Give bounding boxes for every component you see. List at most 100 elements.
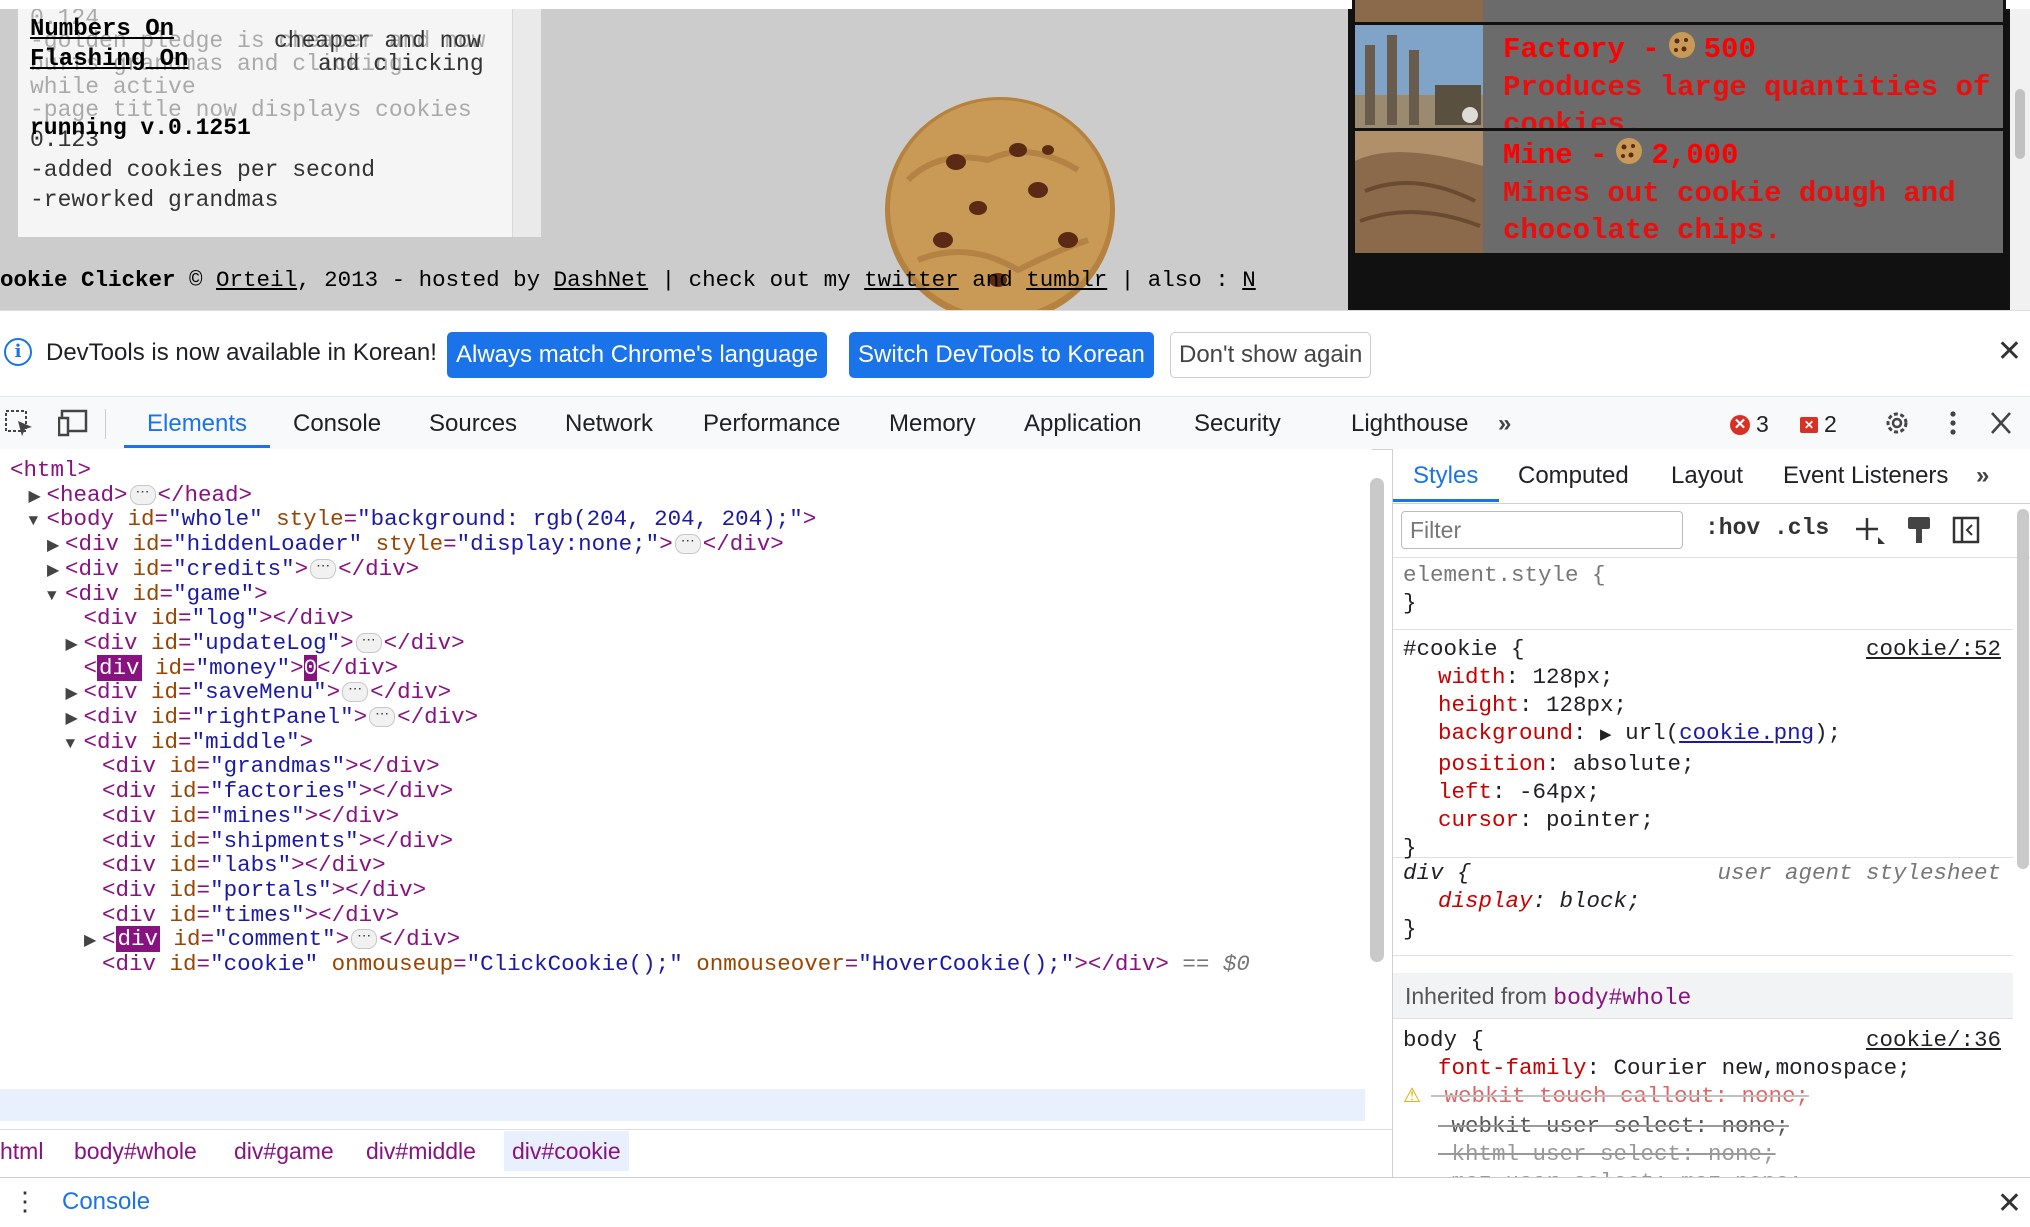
elements-scrollbar[interactable] — [1370, 478, 1384, 962]
css-property[interactable]: display: block; — [1393, 887, 2013, 915]
paint-brush-icon[interactable] — [1905, 515, 1933, 545]
dont-show-again-button[interactable]: Don't show again — [1170, 332, 1372, 378]
match-language-button[interactable]: Always match Chrome's language — [447, 332, 828, 378]
numbers-toggle[interactable]: Numbers On Flashing On — [30, 15, 188, 75]
css-property[interactable]: -webkit-user-select: none; — [1393, 1112, 2013, 1140]
issues-counter[interactable]: ✕ 2 — [1800, 411, 1837, 438]
elements-tree[interactable]: <html> ▶ <head> ⋯ </head> ▼ <body id="whole" s… — [0, 449, 1372, 1129]
body-rule-source-link[interactable]: cookie/:36 — [1866, 1026, 2001, 1054]
subtab-event-listeners[interactable]: Event Listeners — [1783, 462, 1948, 490]
css-property[interactable]: background: ▶ url(cookie.png); — [1393, 719, 2013, 750]
tab-network[interactable]: Network — [565, 410, 653, 438]
body-rule-selector: body { — [1403, 1027, 1485, 1053]
update-log-line: and clicking — [318, 51, 484, 77]
error-icon: ✕ — [1730, 414, 1750, 435]
css-property[interactable]: left: -64px; — [1393, 778, 2013, 806]
tab-lighthouse[interactable]: Lighthouse — [1351, 410, 1468, 438]
inherited-label: Inherited from — [1405, 983, 1554, 1009]
cookie-rule[interactable]: #cookie { cookie/:52 width: 128px; heigh… — [1393, 629, 2013, 861]
inherited-source-link[interactable]: body#whole — [1553, 985, 1691, 1011]
tab-sources[interactable]: Sources — [429, 410, 517, 438]
kebab-menu-icon[interactable] — [1938, 409, 1968, 437]
tab-application[interactable]: Application — [1024, 410, 1141, 438]
new-style-rule-icon[interactable] — [1855, 515, 1887, 545]
tab-security[interactable]: Security — [1194, 410, 1281, 438]
mine-name: Mine - — [1503, 139, 1608, 172]
issue-icon: ✕ — [1800, 416, 1818, 433]
close-icon[interactable]: ✕ — [1997, 337, 2022, 367]
close-devtools-icon[interactable] — [1986, 409, 2016, 437]
drawer-menu-icon[interactable]: ⋮ — [12, 1188, 38, 1214]
warning-icon: ⚠ — [1403, 1086, 1421, 1109]
hov-toggle[interactable]: :hov — [1705, 515, 1760, 541]
error-counter[interactable]: ✕ 3 — [1730, 411, 1769, 438]
flashing-toggle-label[interactable]: Flashing On — [30, 45, 188, 75]
div-rule-selector: div { — [1403, 860, 1471, 886]
more-tabs-icon[interactable]: » — [1498, 410, 1511, 438]
issue-count: 2 — [1824, 411, 1837, 437]
inspect-element-icon[interactable] — [4, 409, 34, 437]
css-property[interactable]: cursor: pointer; — [1393, 806, 2013, 834]
switch-korean-button[interactable]: Switch DevTools to Korean — [849, 332, 1154, 378]
factory-price: 500 — [1703, 33, 1756, 66]
crumb-middle[interactable]: div#middle — [366, 1138, 476, 1165]
twitter-link[interactable]: twitter — [864, 267, 959, 293]
credits-brand: ookie Clicker — [0, 267, 176, 293]
cls-toggle[interactable]: .cls — [1774, 515, 1829, 541]
css-property[interactable]: height: 128px; — [1393, 691, 2013, 719]
div-ua-rule[interactable]: div { user agent stylesheet display: blo… — [1393, 853, 2013, 956]
dom-node-selected[interactable]: <div id="cookie" onmouseup="ClickCookie(… — [84, 948, 1250, 980]
crumb-game[interactable]: div#game — [234, 1138, 334, 1165]
more-link[interactable]: N — [1242, 267, 1256, 293]
css-property[interactable]: -khtml-user-select: none; — [1393, 1140, 2013, 1168]
selected-node-highlight — [0, 1089, 1365, 1121]
tumblr-link[interactable]: tumblr — [1026, 267, 1107, 293]
toggle-sidebar-icon[interactable] — [1952, 515, 1980, 545]
ua-stylesheet-label: user agent stylesheet — [1717, 860, 2001, 886]
store-item-thumb — [1355, 0, 1483, 22]
mine-desc: Mines out cookie dough and chocolate chi… — [1503, 177, 1956, 247]
credits-year: , 2013 - hosted by — [297, 267, 554, 293]
settings-gear-icon[interactable] — [1882, 409, 1912, 437]
styles-scrollbar[interactable] — [2017, 509, 2029, 869]
store-item-mine[interactable]: Mine - 2,000 Mines out cookie dough and … — [1352, 128, 2006, 256]
update-log-line: -reworked grandmas — [30, 187, 279, 213]
crumb-body[interactable]: body#whole — [74, 1138, 197, 1165]
credits-and: and — [958, 267, 1027, 293]
update-log-scrollbar[interactable] — [512, 9, 541, 237]
css-property[interactable]: width: 128px; — [1393, 663, 2013, 691]
css-property[interactable]: ⚠ -webkit-touch-callout: none; — [1393, 1082, 2013, 1112]
game-viewport: 0.124 -golden pledge is cheaper and now … — [0, 0, 2030, 310]
cookie-rule-source-link[interactable]: cookie/:52 — [1866, 635, 2001, 663]
subtab-layout[interactable]: Layout — [1671, 462, 1743, 490]
devtools-toolbar: Elements Console Sources Network Perform… — [0, 396, 2030, 450]
element-style-rule[interactable]: element.style { } — [1393, 559, 2013, 630]
tab-console[interactable]: Console — [293, 410, 381, 438]
css-property[interactable]: -moz-user-select: moz-none; — [1393, 1168, 2013, 1177]
numbers-toggle-label[interactable]: Numbers On — [30, 15, 188, 45]
tab-elements[interactable]: Elements — [147, 410, 247, 438]
device-toolbar-icon[interactable] — [58, 409, 88, 437]
page-scrollbar-thumb[interactable] — [2015, 89, 2025, 159]
element-style-selector: element.style { — [1403, 562, 1606, 588]
author-link[interactable]: Orteil — [216, 267, 297, 293]
page-scrollbar[interactable] — [2010, 9, 2030, 310]
crumb-cookie[interactable]: div#cookie — [504, 1131, 629, 1171]
css-property[interactable]: font-family: Courier new,monospace; — [1393, 1054, 2013, 1082]
css-property[interactable]: position: absolute; — [1393, 750, 2013, 778]
styles-filter-bar: Filter :hov .cls — [1393, 503, 2030, 558]
body-rule[interactable]: body { cookie/:36 font-family: Courier n… — [1393, 1020, 2013, 1177]
credits-check: | check out my — [648, 267, 865, 293]
more-subtabs-icon[interactable]: » — [1976, 462, 1989, 490]
subtab-computed[interactable]: Computed — [1518, 462, 1629, 490]
tab-performance[interactable]: Performance — [703, 410, 840, 438]
subtab-styles[interactable]: Styles — [1413, 462, 1478, 490]
store-item-name: Mine - 2,000 — [1503, 137, 1738, 174]
drawer-tab-console[interactable]: Console — [62, 1188, 150, 1216]
drawer-close-icon[interactable]: ✕ — [1997, 1186, 2022, 1221]
dashnet-link[interactable]: DashNet — [554, 267, 649, 293]
tab-memory[interactable]: Memory — [889, 410, 976, 438]
cookie-png-link[interactable]: cookie.png — [1679, 720, 1814, 746]
styles-filter-input[interactable]: Filter — [1401, 511, 1683, 549]
crumb-html[interactable]: html — [0, 1138, 43, 1165]
